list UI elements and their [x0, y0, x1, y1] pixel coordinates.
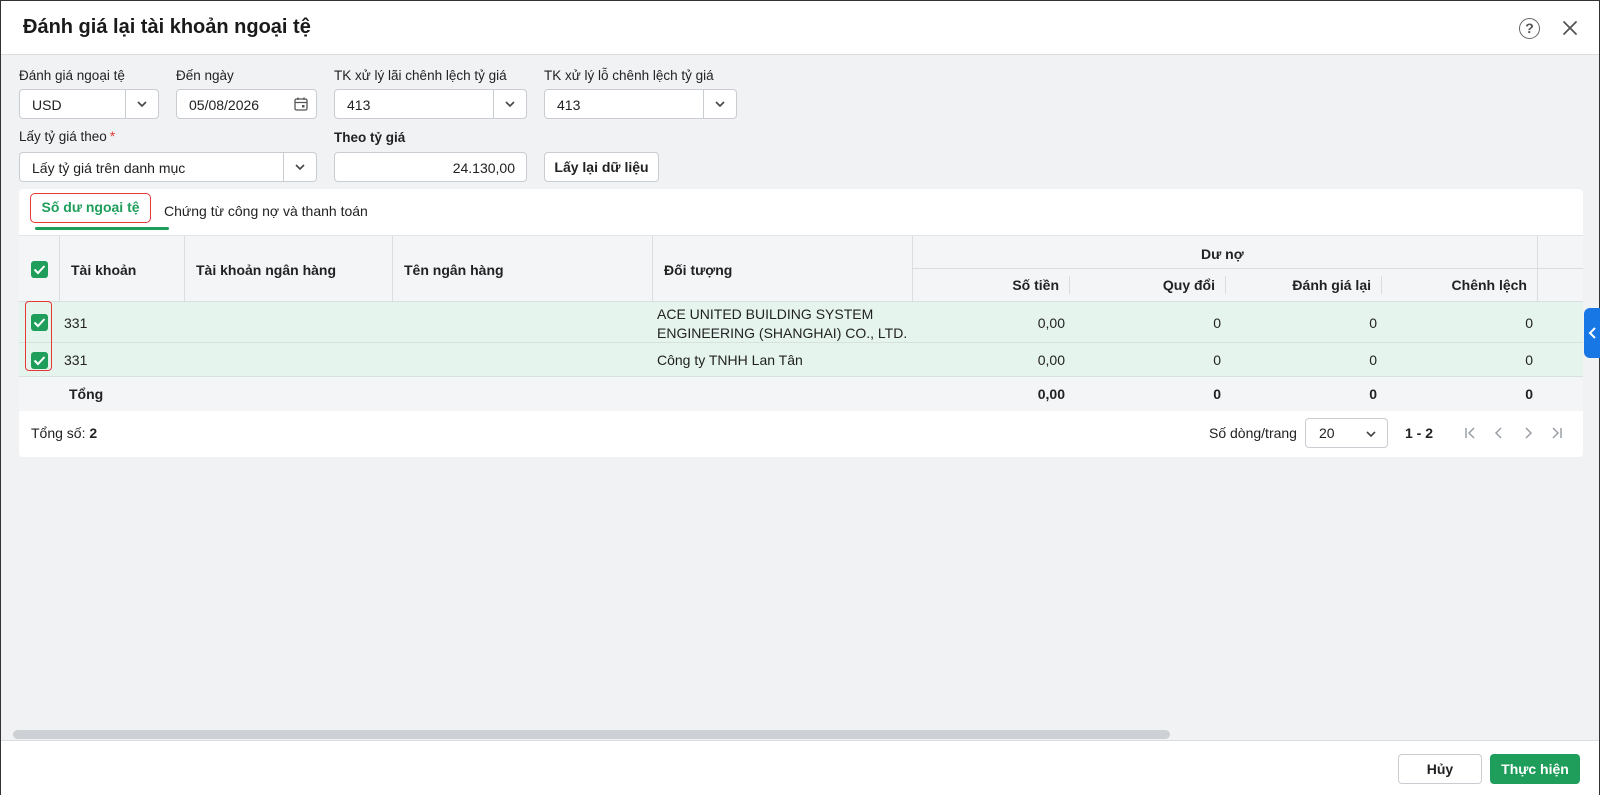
- col-divider: [392, 236, 393, 302]
- table-row[interactable]: 331 ACE UNITED BUILDING SYSTEM ENGINEERI…: [19, 302, 1583, 343]
- chevron-down-icon: [1366, 431, 1376, 438]
- rate-source-value: Lấy tỷ giá trên danh mục: [32, 160, 186, 176]
- col-divider: [652, 236, 653, 302]
- gain-account-value: 413: [347, 97, 371, 113]
- dialog-header: Đánh giá lại tài khoản ngoại tệ ?: [1, 1, 1599, 55]
- rows-per-page-select[interactable]: 20: [1305, 418, 1388, 448]
- total-count-label: Tổng số:: [31, 425, 86, 441]
- currency-select[interactable]: USD: [19, 89, 159, 119]
- page-range: 1 - 2: [1405, 425, 1434, 441]
- rate-source-label: Lấy tỷ giá theo *: [19, 129, 115, 144]
- last-page-icon[interactable]: [1550, 426, 1564, 440]
- tab-foreign-balance[interactable]: Số dư ngoại tệ: [30, 193, 151, 223]
- cell-amount: 0,00: [1037, 352, 1065, 368]
- gain-account-select[interactable]: 413: [334, 89, 527, 119]
- cell-object: ACE UNITED BUILDING SYSTEM ENGINEERING (…: [657, 305, 907, 343]
- side-panel-toggle[interactable]: [1584, 308, 1600, 358]
- main-panel: Số dư ngoại tệ Chứng từ công nợ và thanh…: [19, 189, 1583, 457]
- gain-account-label: TK xử lý lãi chênh lệch tỷ giá: [334, 68, 507, 83]
- cell-difference: 0: [1525, 315, 1533, 331]
- total-amount: 0,00: [1037, 386, 1065, 402]
- header-converted[interactable]: Quy đổi: [1075, 277, 1215, 293]
- revaluation-dialog: Đánh giá lại tài khoản ngoại tệ ? Đánh g…: [0, 0, 1600, 795]
- cell-converted: 0: [1213, 352, 1221, 368]
- checkbox-highlight: [25, 301, 52, 371]
- grid-footer: Tổng số: 2 Số dòng/trang 20 1 - 2: [19, 409, 1583, 457]
- rate-source-label-text: Lấy tỷ giá theo: [19, 129, 107, 144]
- prev-page-icon[interactable]: [1492, 426, 1506, 440]
- table-row[interactable]: 331 Công ty TNHH Lan Tân 0,00 0 0 0: [19, 343, 1583, 377]
- header-difference[interactable]: Chênh lệch: [1387, 277, 1527, 293]
- rate-input[interactable]: 24.130,00: [334, 152, 527, 182]
- total-label: Tổng: [69, 386, 104, 402]
- header-object[interactable]: Đối tượng: [664, 262, 732, 278]
- horizontal-scrollbar[interactable]: [13, 730, 1170, 739]
- tab-bar: Số dư ngoại tệ Chứng từ công nợ và thanh…: [19, 189, 1583, 236]
- total-converted: 0: [1213, 386, 1221, 402]
- rows-per-page-label: Số dòng/trang: [1209, 425, 1297, 441]
- active-tab-indicator: [35, 227, 169, 230]
- calendar-icon[interactable]: [293, 96, 309, 112]
- submit-button[interactable]: Thực hiện: [1490, 754, 1580, 784]
- chevron-down-icon[interactable]: [283, 153, 316, 181]
- loss-account-label: TK xử lý lỗ chênh lệch tỷ giá: [544, 68, 714, 83]
- loss-account-value: 413: [557, 97, 581, 113]
- currency-label: Đánh giá ngoại tệ: [19, 68, 125, 83]
- header-revalued[interactable]: Đánh giá lại: [1231, 277, 1371, 293]
- cell-account: 331: [64, 315, 88, 331]
- col-divider: [912, 236, 913, 302]
- cell-converted: 0: [1213, 315, 1221, 331]
- rate-value: 24.130,00: [452, 160, 515, 176]
- cell-amount: 0,00: [1037, 315, 1065, 331]
- col-divider: [184, 236, 185, 302]
- header-bank-name[interactable]: Tên ngân hàng: [404, 262, 504, 278]
- cell-revalued: 0: [1369, 352, 1377, 368]
- date-value: 05/08/2026: [189, 97, 260, 113]
- reload-data-button[interactable]: Lấy lại dữ liệu: [544, 152, 659, 182]
- currency-value: USD: [32, 97, 62, 113]
- cancel-button[interactable]: Hủy: [1398, 754, 1482, 784]
- date-label: Đến ngày: [176, 68, 234, 83]
- chevron-down-icon[interactable]: [703, 90, 736, 118]
- header-debit-group: Dư nợ: [1201, 246, 1244, 262]
- chevron-down-icon[interactable]: [493, 90, 526, 118]
- required-marker: *: [109, 129, 116, 144]
- first-page-icon[interactable]: [1463, 426, 1477, 440]
- col-divider: [1069, 276, 1070, 294]
- loss-account-select[interactable]: 413: [544, 89, 737, 119]
- col-divider: [1381, 276, 1382, 294]
- col-divider: [59, 236, 60, 302]
- header-amount[interactable]: Số tiền: [919, 277, 1059, 293]
- cell-object: Công ty TNHH Lan Tân: [657, 352, 803, 368]
- chevron-down-icon[interactable]: [125, 90, 158, 118]
- date-input[interactable]: 05/08/2026: [176, 89, 317, 119]
- close-icon[interactable]: [1559, 17, 1581, 39]
- cell-revalued: 0: [1369, 315, 1377, 331]
- select-all-checkbox[interactable]: [31, 261, 48, 278]
- next-page-icon[interactable]: [1521, 426, 1535, 440]
- total-count-value: 2: [89, 425, 98, 441]
- cell-difference: 0: [1525, 352, 1533, 368]
- tab-debt-vouchers[interactable]: Chứng từ công nợ và thanh toán: [164, 203, 368, 219]
- header-account[interactable]: Tài khoản: [71, 262, 136, 278]
- help-icon[interactable]: ?: [1519, 18, 1540, 39]
- dialog-title: Đánh giá lại tài khoản ngoại tệ: [23, 16, 311, 38]
- grid-header: Tài khoản Tài khoản ngân hàng Tên ngân h…: [19, 236, 1583, 302]
- chevron-left-icon: [1588, 327, 1596, 339]
- action-bar: Hủy Thực hiện: [1, 740, 1599, 795]
- rate-source-select[interactable]: Lấy tỷ giá trên danh mục: [19, 152, 317, 182]
- col-divider: [1537, 236, 1538, 302]
- col-divider: [1225, 276, 1226, 294]
- rows-per-page-value: 20: [1319, 425, 1335, 441]
- cell-account: 331: [64, 352, 88, 368]
- cell-object-line2: ENGINEERING (SHANGHAI) CO., LTD.: [657, 325, 908, 341]
- header-bank-account[interactable]: Tài khoản ngân hàng: [196, 262, 336, 278]
- group-divider: [912, 268, 1583, 269]
- total-count: Tổng số: 2: [31, 425, 97, 441]
- total-revalued: 0: [1369, 386, 1377, 402]
- total-difference: 0: [1525, 386, 1533, 402]
- total-row: Tổng 0,00 0 0 0: [19, 377, 1583, 411]
- rate-label: Theo tỷ giá: [334, 130, 406, 145]
- cell-object-line1: ACE UNITED BUILDING SYSTEM: [657, 306, 874, 322]
